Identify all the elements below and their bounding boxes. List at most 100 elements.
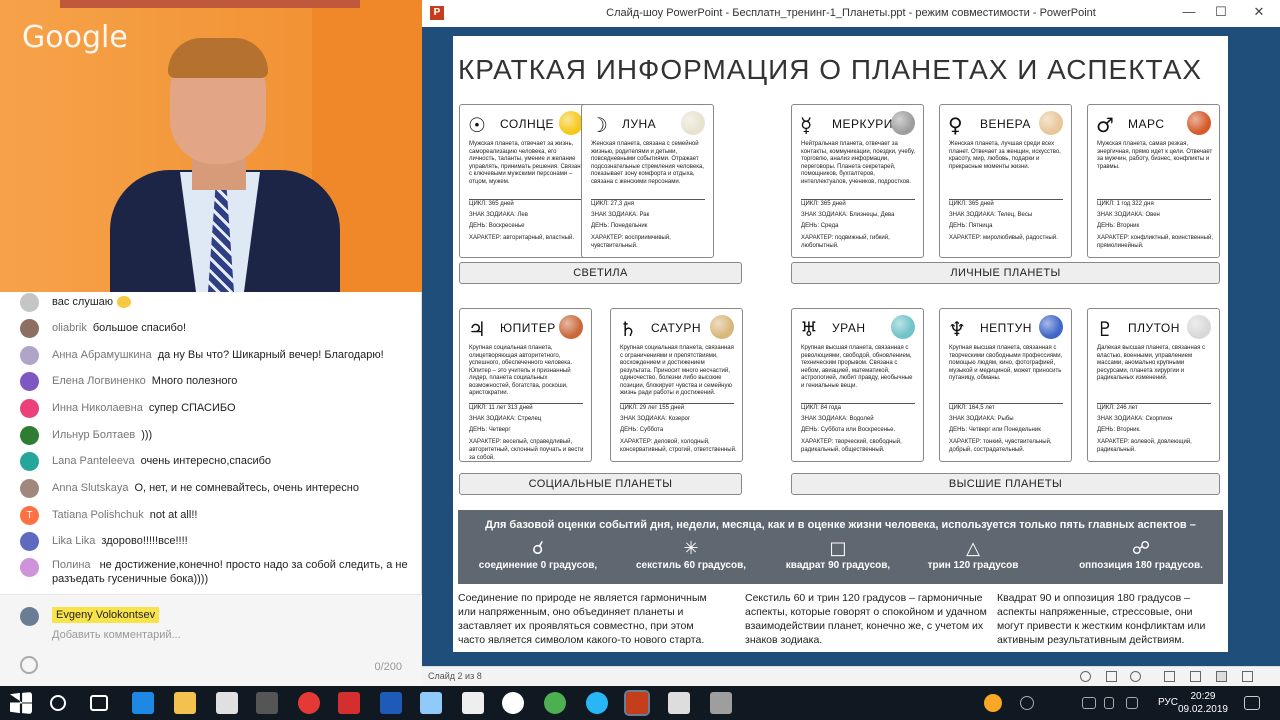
planet-meta: ЦИКЛ: 27,3 дня ЗНАК ЗОДИАКА: Рак ДЕНЬ: Пон… [591, 199, 711, 250]
moon-symbol-icon: ☽ [590, 113, 608, 137]
message-author[interactable]: Lika Lika [52, 535, 95, 547]
planet-card-venus: ♀ ВЕНЕРА Женская планета, лучшая среди все… [939, 104, 1072, 258]
people-icon[interactable] [1020, 696, 1034, 710]
aspects-intro: Для базовой оценки событий дня, недели, … [485, 519, 1196, 531]
group-luminaries: СВЕТИЛА [459, 262, 742, 284]
volume-icon[interactable] [1126, 697, 1138, 709]
character-row: ХАРАКТЕР: творческий, свободный, радикал… [801, 438, 921, 454]
message-text: не достижение,конечно! просто надо за со… [52, 559, 408, 585]
message-author[interactable]: Елена Логвиненко [52, 375, 146, 387]
opera-icon[interactable] [298, 692, 320, 714]
slide[interactable]: КРАТКАЯ ИНФОРМАЦИЯ О ПЛАНЕТАХ И АСПЕКТАХ… [453, 36, 1228, 652]
aspect-sextile: ✳ секстиль 60 градусов, [616, 538, 766, 571]
chat-message: Lana Panteleeva очень интересно,спасибо [20, 451, 271, 471]
previous-slide-icon[interactable] [1080, 671, 1091, 682]
app-icon[interactable] [420, 692, 442, 714]
sorter-view-icon[interactable] [1190, 671, 1201, 682]
amazon-icon[interactable] [256, 692, 278, 714]
footer-conjunction-text: Соединение по природе не является гармон… [458, 592, 707, 646]
sun-planet-icon [559, 111, 583, 135]
next-slide-icon[interactable] [1130, 671, 1141, 682]
message-author[interactable]: Анна Абрамушкина [52, 349, 152, 361]
task-view-icon[interactable] [90, 695, 108, 711]
slide-indicator: Слайд 2 из 8 [428, 671, 482, 681]
yandex-icon[interactable] [502, 692, 524, 714]
group-social: СОЦИАЛЬНЫЕ ПЛАНЕТЫ [459, 473, 742, 495]
slide-menu-icon[interactable] [1106, 671, 1117, 682]
calendar-icon[interactable] [668, 692, 690, 714]
telegram-icon[interactable] [586, 692, 608, 714]
message-author[interactable]: Полина [52, 559, 91, 571]
planet-card-moon: ☽ ЛУНА Женская планета, связана с семейной… [581, 104, 714, 258]
day-row: ДЕНЬ: Суббота или Воскресенье. [801, 425, 921, 436]
day-row: ДЕНЬ: Вторник. [1097, 425, 1217, 436]
message-author[interactable]: Tatiana Polishchuk [52, 509, 144, 521]
moon-planet-icon [681, 111, 705, 135]
day-row: ДЕНЬ: Понедельник [591, 221, 711, 232]
help-icon[interactable] [984, 694, 1002, 712]
sign-value: Лев [517, 212, 528, 218]
sign-label: ЗНАК ЗОДИАКА: [949, 212, 996, 218]
close-button[interactable]: ✕ [1244, 4, 1274, 22]
day-value: Воскресенье [488, 223, 525, 229]
day-label: ДЕНЬ: [620, 427, 639, 433]
normal-view-icon[interactable] [1164, 671, 1175, 682]
message-author[interactable]: oliabrik [52, 322, 87, 334]
avatar [20, 607, 39, 626]
cycle-row: ЦИКЛ: 84 года [801, 403, 921, 414]
search-icon[interactable] [50, 695, 66, 711]
day-value: Пятница [968, 223, 993, 229]
sign-row: ЗНАК ЗОДИАКА: Овен [1097, 210, 1217, 221]
notifications-icon[interactable] [1244, 696, 1260, 710]
day-row: ДЕНЬ: Четверг или Понедельник [949, 425, 1069, 436]
edge-browser-icon[interactable] [132, 692, 154, 714]
avatar: T [20, 505, 39, 525]
message-author[interactable]: Инна Николаевна [52, 402, 143, 414]
sign-label: ЗНАК ЗОДИАКА: [801, 212, 848, 218]
language-indicator[interactable]: РУС [1158, 697, 1178, 708]
message-text: О, нет, и не сомневайтесь, очень интерес… [134, 482, 359, 494]
chrome-icon[interactable] [544, 692, 566, 714]
character-label: ХАРАКТЕР: [469, 439, 502, 445]
maximize-button[interactable]: ☐ [1206, 4, 1236, 22]
character-label: ХАРАКТЕР: [1097, 235, 1130, 241]
network-icon[interactable] [1082, 697, 1096, 709]
file-explorer-icon[interactable] [174, 692, 196, 714]
emoji-picker-icon[interactable] [20, 656, 38, 674]
powerpoint-taskbar-icon[interactable] [624, 690, 650, 716]
message-author[interactable]: Ильнур Болтаев [52, 429, 135, 441]
slideshow-view-icon[interactable] [1242, 671, 1253, 682]
comment-composer: Evgeny Volokontsev Добавить комментарий.… [0, 594, 422, 686]
planet-card-pluto: ♇ ПЛУТОН Далекая высшая планета, связанная… [1087, 308, 1220, 462]
planet-description: Крупная высшая планета, связанная с твор… [949, 345, 1063, 381]
app-icon[interactable] [462, 692, 484, 714]
word-icon[interactable] [380, 692, 402, 714]
app-icon[interactable] [710, 692, 732, 714]
comment-input[interactable]: Добавить комментарий... [52, 629, 181, 641]
aspect-trine: △ трин 120 градусов [898, 538, 1048, 571]
chat-message: Инна Николаевна супер СПАСИБО [20, 398, 236, 418]
cycle-row: ЦИКЛ: 11 лет 313 дней [469, 403, 589, 414]
planet-name: НЕПТУН [980, 321, 1032, 335]
acrobat-icon[interactable] [338, 692, 360, 714]
aspects-panel: Для базовой оценки событий дня, недели, … [458, 510, 1223, 584]
planet-name: САТУРН [651, 321, 702, 335]
planet-card-uranus: ♅ УРАН Крупная высшая планета, связанная с… [791, 308, 924, 462]
battery-icon[interactable] [1104, 697, 1114, 709]
planet-name: ЮПИТЕР [500, 321, 556, 335]
start-windows-icon[interactable] [10, 692, 32, 714]
minimize-button[interactable]: — [1174, 4, 1204, 22]
cycle-row: ЦИКЛ: 365 дней [949, 199, 1069, 210]
reading-view-icon[interactable] [1216, 671, 1227, 682]
avatar [20, 451, 39, 471]
planet-card-mars: ♂ МАРС Мужская планета, самая резкая, энер… [1087, 104, 1220, 258]
clock[interactable]: 20:29 09.02.2019 [1178, 690, 1228, 716]
aspect-label: квадрат 90 градусов, [785, 560, 891, 571]
store-icon[interactable] [216, 692, 238, 714]
character-row: ХАРАКТЕР: деловой, холодный, консерватив… [620, 438, 740, 454]
message-author[interactable]: Lana Panteleeva [52, 455, 135, 467]
sign-label: ЗНАК ЗОДИАКА: [1097, 416, 1144, 422]
day-label: ДЕНЬ: [469, 427, 488, 433]
cycle-label: ЦИКЛ: [949, 405, 967, 411]
message-author[interactable]: Anna Slutskaya [52, 482, 128, 494]
